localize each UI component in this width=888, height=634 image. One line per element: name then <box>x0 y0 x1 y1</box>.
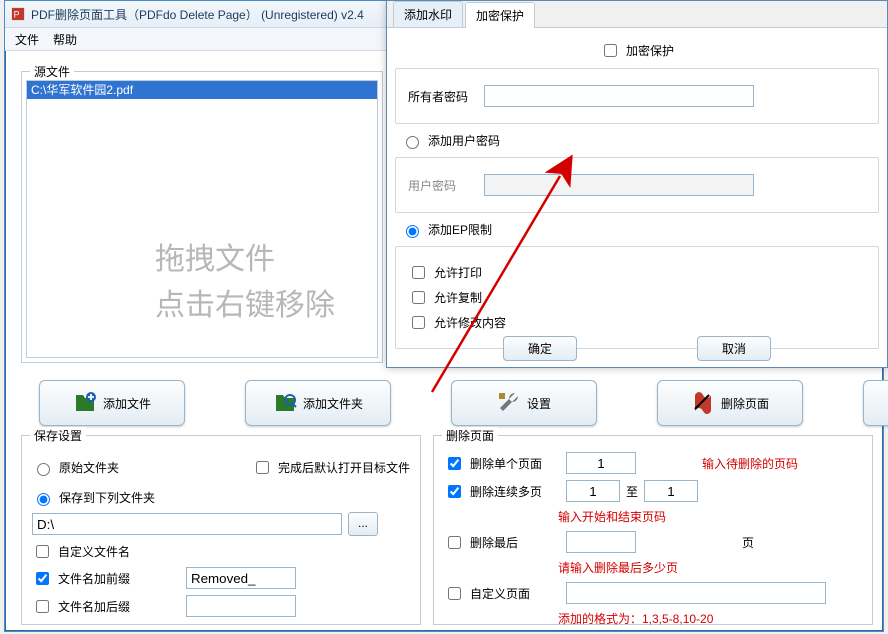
delete-page-legend: 删除页面 <box>442 427 498 444</box>
delete-range-label: 删除连续多页 <box>470 483 560 500</box>
original-folder-label: 原始文件夹 <box>59 459 119 476</box>
single-page-input[interactable] <box>566 452 636 474</box>
delete-page-button[interactable]: 删除页面 <box>657 380 803 426</box>
allow-modify-checkbox[interactable] <box>412 316 425 329</box>
settings-dialog: 添加水印 加密保护 加密保护 所有者密码 添加用户密码 用户密码 <box>386 0 888 368</box>
save-settings-legend: 保存设置 <box>30 427 86 444</box>
delete-single-checkbox[interactable] <box>448 457 461 470</box>
custom-pages-label: 自定义页面 <box>470 585 560 602</box>
cancel-button[interactable]: 取消 <box>697 336 771 361</box>
suffix-label: 文件名加后缀 <box>58 598 130 615</box>
suffix-checkbox[interactable] <box>36 600 49 613</box>
save-path-input[interactable] <box>32 513 342 535</box>
file-list[interactable]: C:\华军软件园2.pdf <box>26 80 378 358</box>
folder-add-icon <box>73 391 97 415</box>
add-file-button[interactable]: 添加文件 <box>39 380 185 426</box>
auto-open-checkbox[interactable] <box>256 461 269 474</box>
wrench-icon <box>497 391 521 415</box>
owner-pw-input[interactable] <box>484 85 754 107</box>
ok-button[interactable]: 确定 <box>503 336 577 361</box>
add-file-label: 添加文件 <box>103 395 151 412</box>
svg-text:P: P <box>14 10 20 20</box>
restrict-group: 允许打印 允许复制 允许修改内容 <box>395 246 879 349</box>
range-hint: 输入开始和结束页码 <box>558 508 666 525</box>
owner-pw-label: 所有者密码 <box>408 88 478 105</box>
original-folder-radio[interactable] <box>37 463 50 476</box>
save-to-folder-radio[interactable] <box>37 493 50 506</box>
delete-page-group: 删除页面 删除单个页面 输入待删除的页码 删除连续多页 至 <box>433 435 873 625</box>
pdf-delete-icon <box>691 391 715 415</box>
delete-page-label: 删除页面 <box>721 395 769 412</box>
delete-last-label: 删除最后 <box>470 534 560 551</box>
save-to-folder-label: 保存到下列文件夹 <box>59 489 155 506</box>
user-pw-input[interactable] <box>484 174 754 196</box>
browse-button[interactable]: ... <box>348 512 378 536</box>
custom-name-checkbox[interactable] <box>36 545 49 558</box>
suffix-input[interactable] <box>186 595 296 617</box>
custom-pages-checkbox[interactable] <box>448 587 461 600</box>
allow-print-label: 允许打印 <box>434 264 482 281</box>
window-title: PDF删除页面工具（PDFdo Delete Page） (Unregister… <box>31 6 364 23</box>
allow-modify-label: 允许修改内容 <box>434 314 506 331</box>
settings-label: 设置 <box>527 395 551 412</box>
toolbar-row: 添加文件 添加文件夹 设置 删除页面 注册 <box>27 375 861 431</box>
user-pw-group: 用户密码 <box>395 157 879 213</box>
tab-encrypt[interactable]: 加密保护 <box>465 2 535 28</box>
add-folder-button[interactable]: 添加文件夹 <box>245 380 391 426</box>
single-hint: 输入待删除的页码 <box>702 455 798 472</box>
file-item[interactable]: C:\华军软件园2.pdf <box>27 81 377 99</box>
allow-print-checkbox[interactable] <box>412 266 425 279</box>
add-restrict-radio[interactable] <box>406 225 419 238</box>
app-logo-icon: P <box>11 7 25 21</box>
auto-open-label: 完成后默认打开目标文件 <box>278 459 410 476</box>
prefix-label: 文件名加前缀 <box>58 570 130 587</box>
delete-single-label: 删除单个页面 <box>470 455 560 472</box>
prefix-input[interactable] <box>186 567 296 589</box>
add-restrict-label: 添加EP限制 <box>428 221 492 238</box>
save-settings-group: 保存设置 原始文件夹 完成后默认打开目标文件 保存到下列文件夹 ... 自定义文… <box>21 435 421 625</box>
owner-pw-group: 所有者密码 <box>395 68 879 124</box>
user-pw-label: 用户密码 <box>408 177 478 194</box>
allow-copy-checkbox[interactable] <box>412 291 425 304</box>
dialog-tabs: 添加水印 加密保护 <box>387 1 887 28</box>
delete-last-checkbox[interactable] <box>448 536 461 549</box>
tab-watermark[interactable]: 添加水印 <box>393 1 463 27</box>
source-files-group: 源文件 C:\华军软件园2.pdf <box>21 71 383 363</box>
allow-copy-label: 允许复制 <box>434 289 482 306</box>
prefix-checkbox[interactable] <box>36 572 49 585</box>
add-user-pw-radio[interactable] <box>406 136 419 149</box>
delete-range-checkbox[interactable] <box>448 485 461 498</box>
encrypt-label: 加密保护 <box>626 42 674 59</box>
menu-help[interactable]: 帮助 <box>53 31 77 48</box>
last-hint: 请输入删除最后多少页 <box>558 559 678 576</box>
folder-search-icon <box>273 391 297 415</box>
last-pages-input[interactable] <box>566 531 636 553</box>
encrypt-checkbox[interactable] <box>604 44 617 57</box>
range-to-input[interactable] <box>644 480 698 502</box>
add-user-pw-label: 添加用户密码 <box>428 132 500 149</box>
add-folder-label: 添加文件夹 <box>303 395 363 412</box>
last-unit-label: 页 <box>742 534 754 551</box>
custom-pages-input[interactable] <box>566 582 826 604</box>
source-files-legend: 源文件 <box>30 63 74 80</box>
custom-hint: 添加的格式为：1,3,5-8,10-20 <box>558 610 713 627</box>
menu-file[interactable]: 文件 <box>15 31 39 48</box>
custom-name-label: 自定义文件名 <box>58 543 130 560</box>
range-to-label: 至 <box>626 483 638 500</box>
range-from-input[interactable] <box>566 480 620 502</box>
register-button[interactable]: 注册 <box>863 380 888 426</box>
settings-button[interactable]: 设置 <box>451 380 597 426</box>
